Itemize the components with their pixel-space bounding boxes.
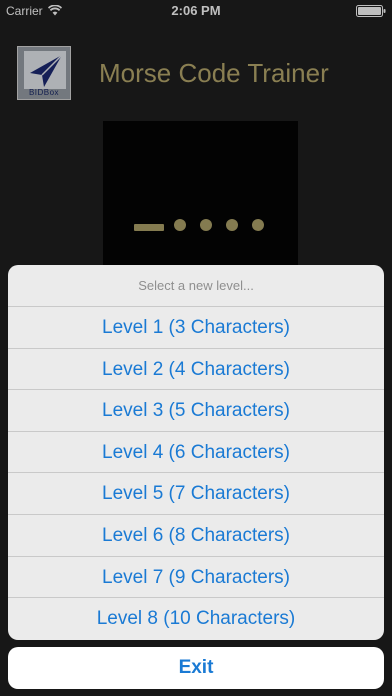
level-3-option[interactable]: Level 3 (5 Characters) [8, 390, 384, 432]
level-5-option[interactable]: Level 5 (7 Characters) [8, 473, 384, 515]
level-7-option[interactable]: Level 7 (9 Characters) [8, 557, 384, 599]
level-1-option[interactable]: Level 1 (3 Characters) [8, 307, 384, 349]
level-8-option[interactable]: Level 8 (10 Characters) [8, 598, 384, 640]
exit-button[interactable]: Exit [8, 647, 384, 689]
action-sheet-title: Select a new level... [8, 265, 384, 307]
level-2-option[interactable]: Level 2 (4 Characters) [8, 349, 384, 391]
level-4-option[interactable]: Level 4 (6 Characters) [8, 432, 384, 474]
level-6-option[interactable]: Level 6 (8 Characters) [8, 515, 384, 557]
level-action-sheet: Select a new level... Level 1 (3 Charact… [8, 265, 384, 640]
